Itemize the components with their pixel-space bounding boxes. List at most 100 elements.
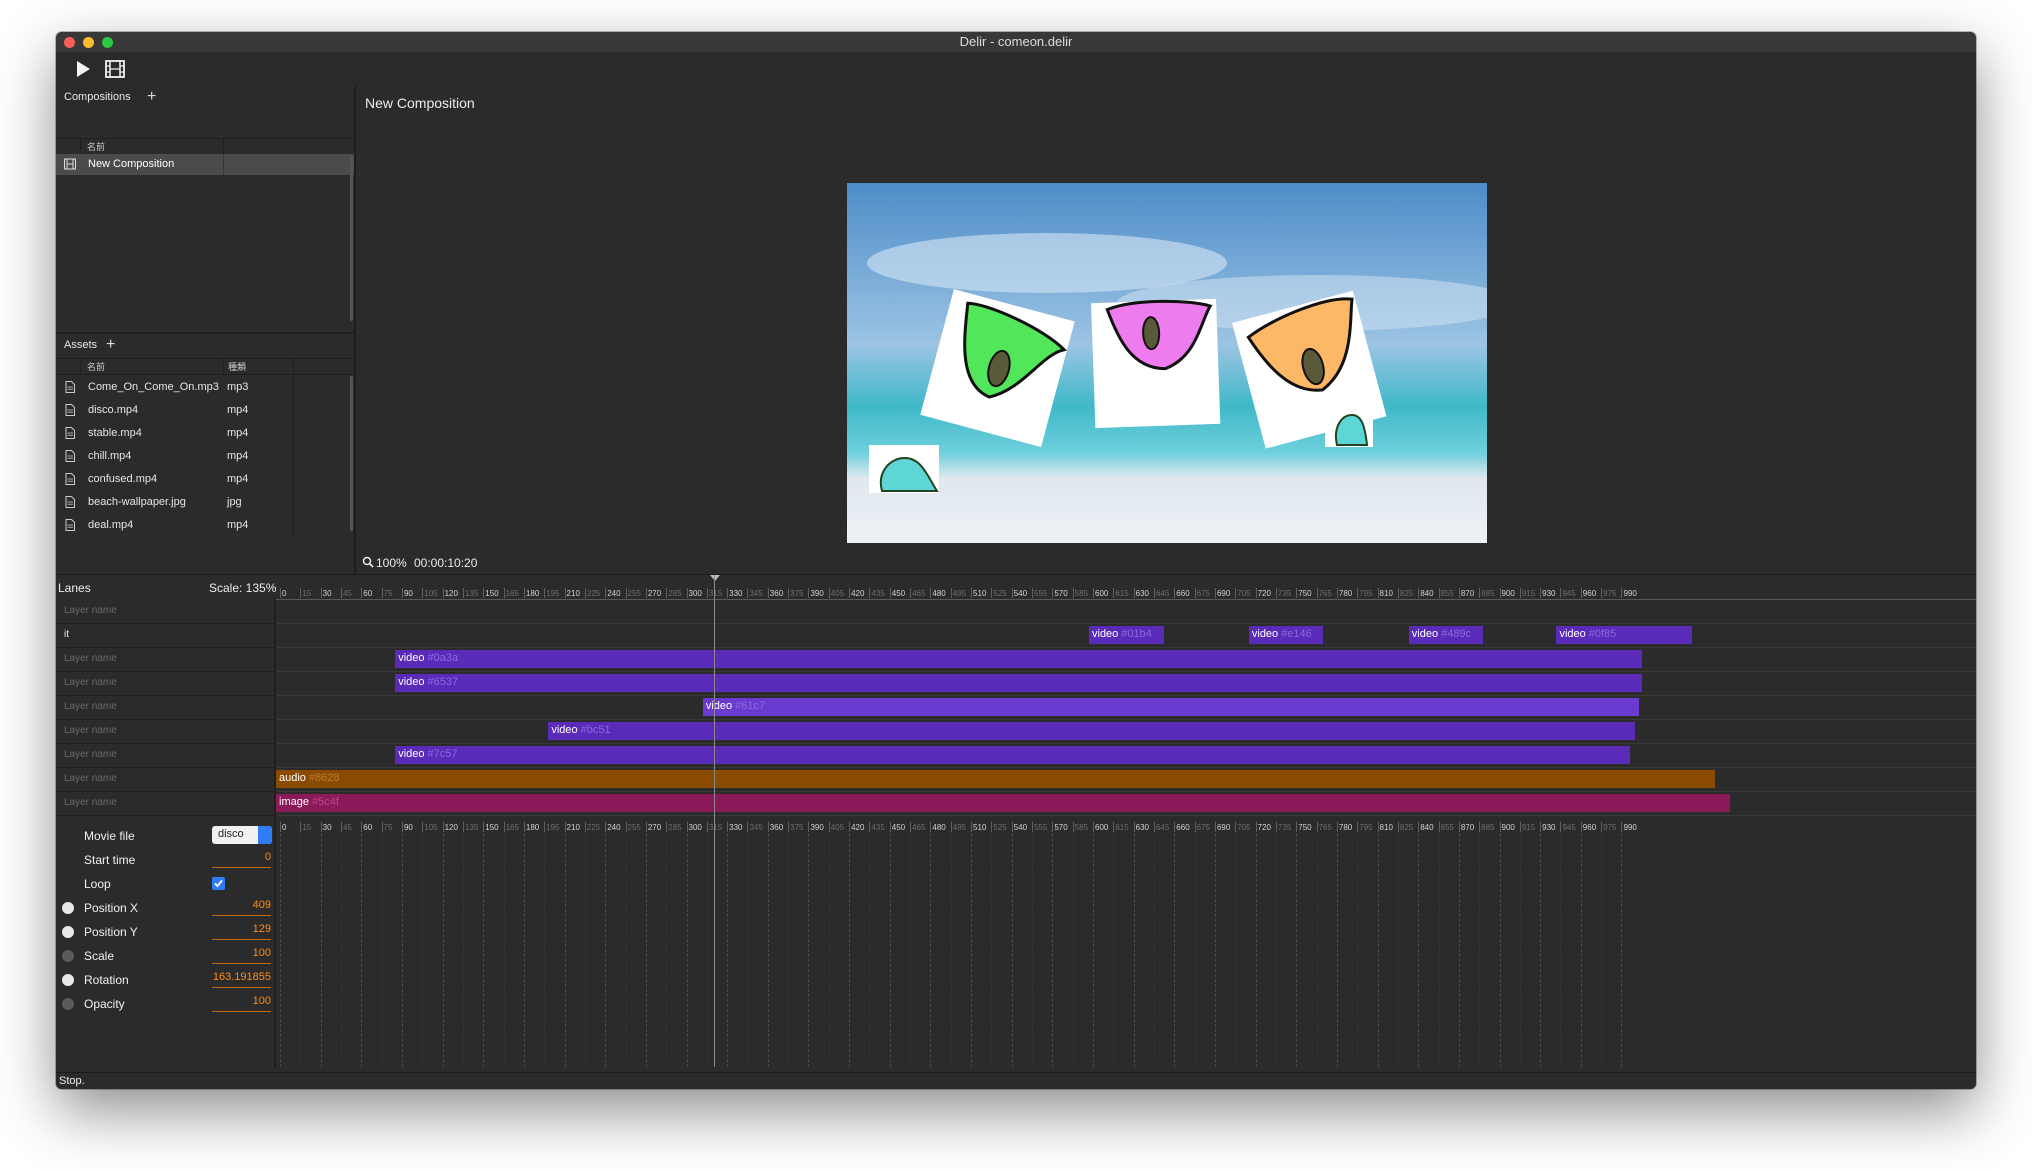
ruler-tick [747, 588, 749, 598]
timecode: 00:00:10:20 [414, 556, 478, 570]
layer-name-field[interactable]: Layer name [56, 743, 274, 768]
property-label: Loop [84, 877, 111, 891]
ruler-tick [808, 588, 810, 598]
add-asset-button[interactable]: + [106, 336, 115, 354]
layer-name-field[interactable]: Layer name [56, 599, 274, 624]
video-clip[interactable]: video #0f85 [1556, 626, 1692, 644]
playhead-handle[interactable] [709, 575, 720, 581]
grid-line [1011, 834, 1013, 1067]
video-clip[interactable]: video #61c7 [702, 698, 1640, 716]
property-value-input[interactable]: 163.191855 [212, 971, 271, 988]
zoom-level[interactable]: 100% [376, 556, 407, 570]
grid-line [1458, 834, 1460, 1067]
layer-name-field[interactable]: Layer name [56, 671, 274, 696]
assets-column-type[interactable]: 種類 [228, 360, 246, 373]
asset-item[interactable]: Come_On_Come_On.mp3 mp3 [56, 376, 354, 399]
asset-item[interactable]: confused.mp4 mp4 [56, 468, 354, 491]
ruler-tick [381, 588, 383, 598]
ruler-tick-label: 570 [1054, 589, 1068, 598]
ruler-tick [1519, 588, 1521, 598]
video-clip[interactable]: video #489c [1408, 626, 1484, 644]
property-value-input[interactable]: 129 [212, 923, 271, 940]
keyframe-clock-icon[interactable] [62, 950, 74, 962]
timeline-lane[interactable]: video #61c7 [276, 695, 1976, 720]
assets-scrollbar[interactable] [350, 376, 353, 531]
timeline-lane[interactable] [276, 599, 1976, 624]
property-value-input[interactable]: 0 [212, 851, 271, 868]
keyframe-clock-icon[interactable] [62, 974, 74, 986]
asset-item[interactable]: stable.mp4 mp4 [56, 422, 354, 445]
time-ruler[interactable]: 0 15 30 45 60 75 90 105 120 135 150 165 180 195 210 225… [276, 575, 1976, 600]
property-value-input[interactable]: 100 [212, 995, 271, 1012]
property-value-input[interactable]: 409 [212, 899, 271, 916]
ruler-tick [1275, 588, 1277, 598]
loop-checkbox[interactable] [212, 877, 225, 890]
grid-line [1214, 834, 1216, 1067]
asset-item[interactable]: deal.mp4 mp4 [56, 514, 354, 537]
timeline-lane[interactable]: video #6537 [276, 671, 1976, 696]
keyframe-clock-icon[interactable] [62, 926, 74, 938]
layer-name-field[interactable]: Layer name [56, 719, 274, 744]
timeline-lane[interactable]: video #7c57 [276, 743, 1976, 768]
ruler-tick-label: 345 [749, 823, 763, 832]
ruler-tick-label: 915 [1521, 589, 1536, 598]
asset-name: confused.mp4 [88, 473, 158, 485]
composition-canvas[interactable] [847, 183, 1487, 543]
layer-name-field[interactable]: Layer name [56, 695, 274, 720]
video-clip[interactable]: video #0a3a [395, 650, 1642, 668]
movie-file-select[interactable]: disco [212, 826, 272, 844]
timeline-lane[interactable]: audio #8628 [276, 767, 1976, 792]
ruler-tick-label: 195 [546, 823, 560, 832]
grid-line [1377, 834, 1379, 1067]
layer-name-field[interactable]: Layer name [56, 647, 274, 672]
video-clip[interactable]: video #6537 [395, 674, 1642, 692]
scale-label[interactable]: Scale: 135% [209, 581, 276, 595]
composition-item[interactable]: New Composition [56, 154, 354, 175]
ruler-tick [1296, 588, 1298, 598]
audio-clip[interactable]: audio #8628 [276, 770, 1715, 788]
layer-name-field[interactable]: Layer name [56, 791, 274, 816]
playhead[interactable] [713, 575, 715, 1067]
video-clip[interactable]: video #bc51 [548, 722, 1636, 740]
compositions-scrollbar[interactable] [350, 156, 353, 321]
film-icon[interactable] [104, 58, 126, 80]
keyframe-clock-icon[interactable] [62, 998, 74, 1010]
timeline-lane[interactable]: image #5c4f [276, 791, 1976, 816]
asset-item[interactable]: chill.mp4 mp4 [56, 445, 354, 468]
keyframe-clock-icon[interactable] [62, 902, 74, 914]
video-clip[interactable]: video #01b4 [1089, 626, 1164, 644]
asset-item[interactable]: disco.mp4 mp4 [56, 399, 354, 422]
video-clip[interactable]: video #7c57 [395, 746, 1630, 764]
compositions-column-name[interactable]: 名前 [87, 140, 105, 153]
ruler-tick-label: 60 [363, 589, 373, 598]
ruler-tick-label: 585 [1074, 589, 1089, 598]
clip-type-label: video [1411, 628, 1439, 640]
timeline-lane[interactable]: video #01b4 video #e146 video #489c video #0f85 [276, 623, 1976, 648]
assets-column-name[interactable]: 名前 [87, 360, 105, 373]
ruler-tick [1133, 822, 1135, 832]
ruler-tick [300, 588, 302, 598]
add-composition-button[interactable]: + [147, 88, 156, 106]
image-clip[interactable]: image #5c4f [276, 794, 1730, 812]
ruler-tick-label: 135 [464, 823, 479, 832]
magnifier-icon[interactable] [362, 556, 374, 568]
ruler-tick-label: 165 [505, 823, 519, 832]
ruler-tick-label: 375 [790, 823, 804, 832]
layer-name-field[interactable]: Layer name [56, 767, 274, 792]
layer-name-field[interactable]: it [56, 623, 274, 648]
layer-name-text: Layer name [64, 605, 117, 616]
grid-line [767, 834, 769, 1067]
property-value-input[interactable]: 100 [212, 947, 271, 964]
video-clip[interactable]: video #e146 [1248, 626, 1324, 644]
timeline-lane[interactable]: video #0a3a [276, 647, 1976, 672]
play-icon[interactable] [72, 58, 94, 80]
clip-type-label: video [1092, 628, 1119, 640]
grid-line [1275, 834, 1277, 1067]
grid-line [300, 834, 302, 1067]
asset-type: mp4 [227, 427, 249, 439]
asset-item[interactable]: beach-wallpaper.jpg jpg [56, 491, 354, 514]
keyframe-grid[interactable]: 0 15 30 45 60 75 90 105 120 135 150 165 180 195 210 225… [276, 822, 1976, 1067]
clip-id-label: #7c57 [427, 748, 458, 760]
grid-line [727, 834, 729, 1067]
timeline-lane[interactable]: video #bc51 [276, 719, 1976, 744]
